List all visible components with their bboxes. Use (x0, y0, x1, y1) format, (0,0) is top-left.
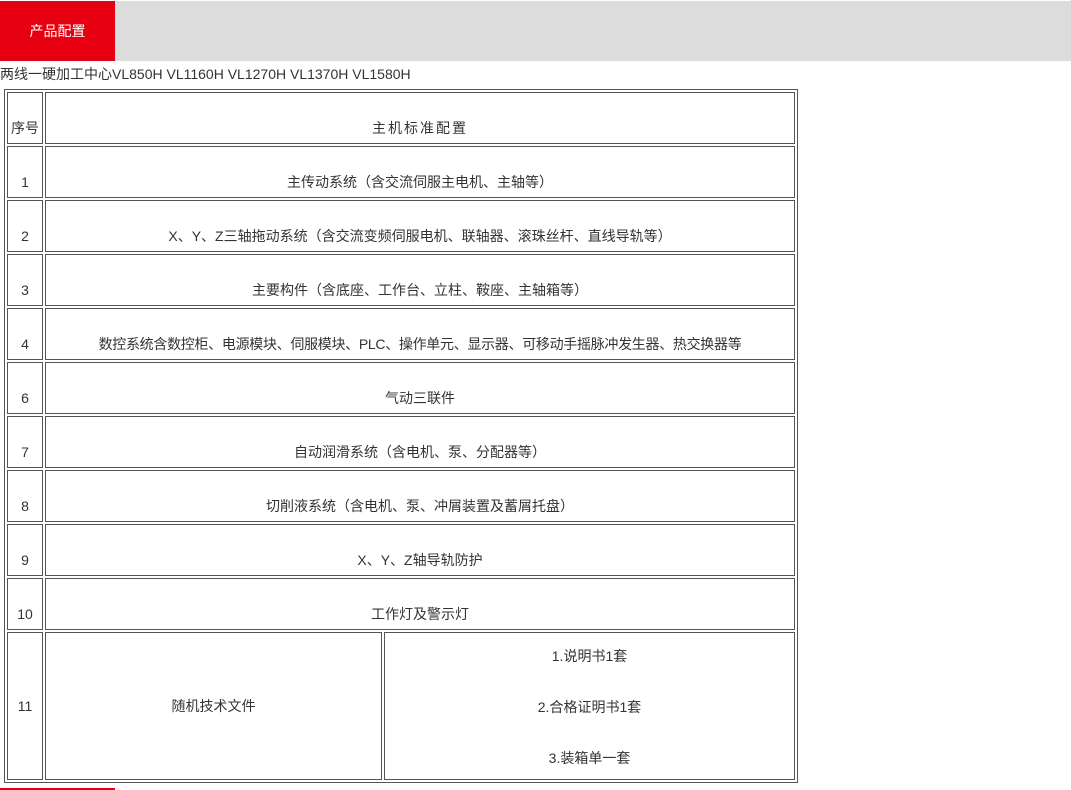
row-index: 3 (7, 254, 43, 306)
table-row-documents: 11 随机技术文件 1.说明书1套 2.合格证明书1套 3.装箱单一套 (7, 632, 795, 780)
table-row: 3 主要构件（含底座、工作台、立柱、鞍座、主轴箱等） (7, 254, 795, 306)
table-row: 9 X、Y、Z轴导轨防护 (7, 524, 795, 576)
row-text: 主要构件（含底座、工作台、立柱、鞍座、主轴箱等） (45, 254, 795, 306)
list-item: 2.合格证明书1套 (537, 699, 642, 715)
row-index: 4 (7, 308, 43, 360)
row-index: 7 (7, 416, 43, 468)
row-text: 切削液系统（含电机、泵、冲屑装置及蓄屑托盘） (45, 470, 795, 522)
table-row: 6 气动三联件 (7, 362, 795, 414)
tab-product-config[interactable]: 产品配置 (0, 1, 115, 61)
row-index: 8 (7, 470, 43, 522)
row-index: 2 (7, 200, 43, 252)
list-item: 3.装箱单一套 (548, 750, 631, 766)
documents-list: 1.说明书1套 2.合格证明书1套 3.装箱单一套 (385, 641, 794, 771)
row-text: X、Y、Z三轴拖动系统（含交流变频伺服电机、联轴器、滚珠丝杆、直线导轨等） (45, 200, 795, 252)
table-row: 7 自动润滑系统（含电机、泵、分配器等） (7, 416, 795, 468)
product-model-title: 两线一硬加工中心VL850H VL1160H VL1270H VL1370H V… (0, 66, 411, 82)
list-item: 1.说明书1套 (551, 648, 628, 664)
row-text: 数控系统含数控柜、电源模块、伺服模块、PLC、操作单元、显示器、可移动手摇脉冲发… (45, 308, 795, 360)
documents-list-cell: 1.说明书1套 2.合格证明书1套 3.装箱单一套 (384, 632, 795, 780)
row-text: 自动润滑系统（含电机、泵、分配器等） (45, 416, 795, 468)
table-header-row: 序号 主机标准配置 (7, 92, 795, 144)
table-row: 4 数控系统含数控柜、电源模块、伺服模块、PLC、操作单元、显示器、可移动手摇脉… (7, 308, 795, 360)
row-text: 气动三联件 (45, 362, 795, 414)
row-text: X、Y、Z轴导轨防护 (45, 524, 795, 576)
row-index: 1 (7, 146, 43, 198)
row-text: 主传动系统（含交流伺服主电机、主轴等） (45, 146, 795, 198)
tab-bar: 产品配置 (0, 1, 1071, 61)
row-index: 11 (7, 632, 43, 780)
header-title: 主机标准配置 (45, 92, 795, 144)
row-index: 6 (7, 362, 43, 414)
table-row: 10 工作灯及警示灯 (7, 578, 795, 630)
documents-label: 随机技术文件 (45, 632, 382, 780)
row-index: 9 (7, 524, 43, 576)
row-text: 工作灯及警示灯 (45, 578, 795, 630)
config-table: 序号 主机标准配置 1 主传动系统（含交流伺服主电机、主轴等） 2 X、Y、Z三… (4, 89, 798, 783)
row-index: 10 (7, 578, 43, 630)
table-row: 2 X、Y、Z三轴拖动系统（含交流变频伺服电机、联轴器、滚珠丝杆、直线导轨等） (7, 200, 795, 252)
table-row: 8 切削液系统（含电机、泵、冲屑装置及蓄屑托盘） (7, 470, 795, 522)
header-index: 序号 (7, 92, 43, 144)
table-row: 1 主传动系统（含交流伺服主电机、主轴等） (7, 146, 795, 198)
